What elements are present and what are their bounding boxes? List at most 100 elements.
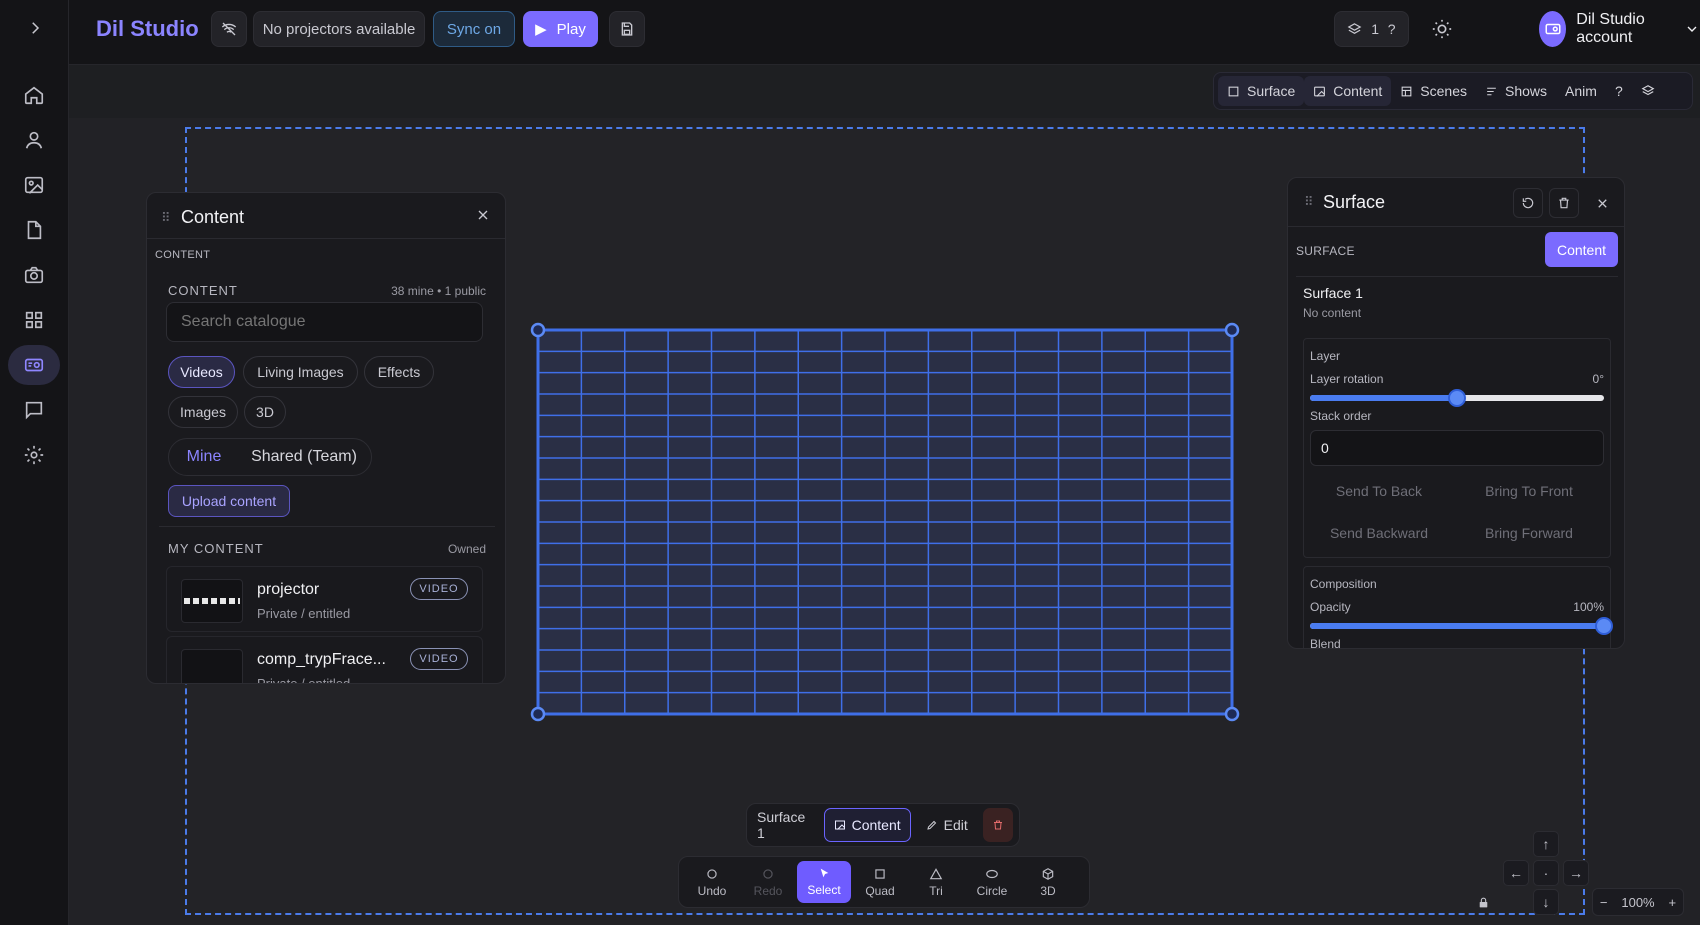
close-icon[interactable] — [475, 207, 491, 223]
list-item[interactable]: projector Private / entitled VIDEO — [166, 566, 483, 632]
center-dot-icon[interactable]: · — [1533, 860, 1559, 886]
content-button[interactable]: Content — [1545, 232, 1618, 267]
mode-tabs: Surface Content Scenes Shows Anim ? — [1213, 72, 1693, 110]
layers-indicator[interactable]: 1 ? — [1334, 11, 1409, 47]
zoom-in-button[interactable]: + — [1668, 895, 1676, 910]
opacity-handle[interactable] — [1595, 617, 1613, 635]
home-icon[interactable] — [8, 75, 60, 115]
camera-icon[interactable] — [8, 255, 60, 295]
scope-shared[interactable]: Shared (Team) — [239, 448, 369, 466]
stack-label: Stack order — [1310, 409, 1372, 423]
arrow-left-icon[interactable]: ← — [1503, 860, 1529, 886]
rotation-slider[interactable] — [1310, 389, 1604, 407]
tab-shows[interactable]: Shows — [1476, 76, 1556, 106]
layers-icon[interactable] — [1632, 76, 1664, 106]
surface-grid[interactable] — [530, 322, 1240, 722]
circle-tool[interactable]: Circle — [965, 861, 1019, 903]
corner-handle[interactable] — [530, 322, 546, 338]
tab-surface-label: Surface — [1247, 83, 1296, 99]
image-icon — [834, 819, 846, 831]
trash-icon[interactable] — [1549, 188, 1579, 218]
divider — [159, 526, 495, 527]
filter-effects[interactable]: Effects — [364, 356, 434, 388]
opacity-slider[interactable] — [1310, 617, 1613, 635]
tab-help-label: ? — [1614, 83, 1623, 99]
sun-icon[interactable] — [1427, 14, 1457, 44]
document-icon[interactable] — [8, 210, 60, 250]
tab-help[interactable]: ? — [1606, 76, 1632, 106]
edit-button-label: Edit — [943, 817, 968, 833]
filter-videos[interactable]: Videos — [168, 356, 235, 388]
divider — [1288, 226, 1624, 227]
item-name: comp_trypFrace... — [257, 651, 386, 668]
rotation-value: 0° — [1592, 372, 1604, 386]
corner-handle[interactable] — [530, 706, 546, 722]
gear-icon[interactable] — [8, 435, 60, 475]
help-button[interactable]: ? — [1388, 21, 1396, 37]
blend-label: Blend — [1310, 637, 1341, 649]
drag-handle-icon[interactable]: ⠿ — [161, 210, 171, 226]
3d-tool[interactable]: 3D — [1021, 861, 1075, 903]
zoom-out-button[interactable]: − — [1600, 895, 1608, 910]
projector-icon[interactable] — [8, 345, 60, 385]
edit-button[interactable]: Edit — [917, 808, 977, 842]
bring-forward-button[interactable]: Bring Forward — [1454, 516, 1604, 550]
arrow-up-icon[interactable]: ↑ — [1533, 831, 1559, 857]
redo-label: Redo — [753, 883, 783, 898]
chat-icon[interactable] — [8, 390, 60, 430]
drag-handle-icon[interactable]: ⠿ — [1304, 194, 1314, 210]
image-icon[interactable] — [8, 165, 60, 205]
redo-button[interactable]: Redo — [741, 861, 795, 903]
send-backward-button[interactable]: Send Backward — [1304, 516, 1454, 550]
corner-handle[interactable] — [1224, 322, 1240, 338]
cube-icon — [1041, 867, 1055, 881]
lock-icon[interactable] — [1470, 889, 1496, 915]
sync-button[interactable]: Sync on — [433, 11, 515, 47]
scope-mine[interactable]: Mine — [169, 448, 239, 466]
search-input[interactable] — [166, 302, 483, 342]
drawing-toolbar: Undo Redo Select Quad Tri Circle 3D — [678, 856, 1090, 908]
arrow-right-icon[interactable]: → — [1563, 860, 1589, 886]
corner-handle[interactable] — [1224, 706, 1240, 722]
surface-panel: ⠿ Surface SURFACE Content Surface 1 No c… — [1287, 177, 1625, 649]
undo-button[interactable]: Undo — [685, 861, 739, 903]
tab-anim[interactable]: Anim — [1556, 76, 1606, 106]
close-icon[interactable] — [1587, 188, 1617, 218]
composition-heading: Composition — [1310, 577, 1377, 591]
filter-images[interactable]: Images — [168, 396, 238, 428]
surface-panel-title: Surface — [1323, 192, 1386, 212]
arrow-down-icon[interactable]: ↓ — [1533, 889, 1559, 915]
tri-tool[interactable]: Tri — [909, 861, 963, 903]
filter-3d[interactable]: 3D — [244, 396, 286, 428]
list-item[interactable]: comp_trypFrace... Private / entitled VID… — [166, 636, 483, 684]
owned-label: Owned — [447, 542, 486, 556]
stack-order-input[interactable]: 0 — [1310, 430, 1604, 466]
trash-icon[interactable] — [982, 808, 1013, 842]
bring-to-front-button[interactable]: Bring To Front — [1454, 474, 1604, 508]
tab-scenes[interactable]: Scenes — [1391, 76, 1476, 106]
content-button[interactable]: Content — [823, 808, 911, 842]
upload-content-button[interactable]: Upload content — [168, 485, 290, 517]
tab-surface[interactable]: Surface — [1218, 76, 1305, 106]
item-sub: Private / entitled — [257, 676, 351, 684]
tab-anim-label: Anim — [1565, 83, 1597, 99]
tab-content[interactable]: Content — [1304, 76, 1392, 106]
rotation-handle[interactable] — [1448, 389, 1466, 407]
grid-icon[interactable] — [8, 300, 60, 340]
wifi-off-icon[interactable] — [211, 11, 247, 47]
save-icon[interactable] — [609, 11, 645, 47]
filter-living-images[interactable]: Living Images — [243, 356, 358, 388]
layer-heading: Layer — [1310, 349, 1341, 363]
quad-tool[interactable]: Quad — [853, 861, 907, 903]
account-menu[interactable]: Dil Studio account — [1539, 11, 1700, 47]
send-to-back-button[interactable]: Send To Back — [1304, 474, 1454, 508]
reset-icon[interactable] — [1513, 188, 1543, 218]
select-tool[interactable]: Select — [797, 861, 851, 903]
content-counts: 38 mine • 1 public — [391, 284, 486, 298]
play-button[interactable]: ▶ Play — [523, 11, 598, 47]
cursor-icon — [818, 867, 831, 880]
scope-switch: Mine Shared (Team) — [168, 438, 372, 476]
user-icon[interactable] — [8, 120, 60, 160]
chevron-right-icon[interactable] — [24, 17, 46, 39]
scenes-icon — [1400, 85, 1413, 98]
